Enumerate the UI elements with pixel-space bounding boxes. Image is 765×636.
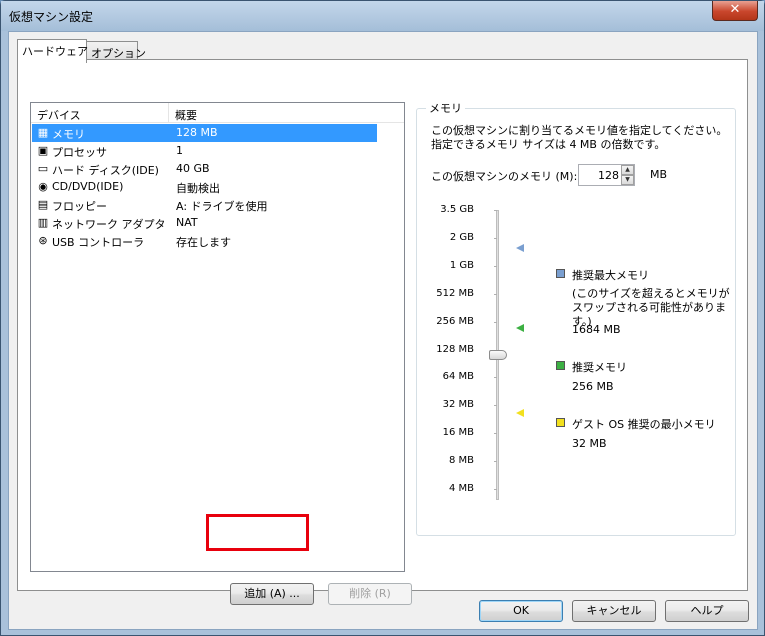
spinner-up-button[interactable]: ▲: [621, 165, 634, 175]
window: 仮想マシン設定 ✕ ハードウェア オプション デバイス 概要 ▦ メモリ 128 M…: [0, 0, 765, 636]
scale-tick: [494, 433, 497, 435]
max-memory-swatch: [556, 269, 565, 278]
memory-icon: ▦: [37, 126, 49, 139]
memory-description: この仮想マシンに割り当てるメモリ値を指定してください。指定できるメモリ サイズは…: [431, 124, 728, 151]
device-row-2[interactable]: ▭ ハード ディスク(IDE) 40 GB: [32, 160, 377, 178]
scale-label: 2 GB: [449, 231, 474, 243]
device-name: USB コントローラ: [52, 236, 145, 249]
scale-tick: [494, 265, 497, 267]
title-bar[interactable]: 仮想マシン設定: [1, 1, 764, 31]
scale-tick: [494, 405, 497, 407]
device-summary: 128 MB: [176, 126, 218, 139]
device-row-6[interactable]: ⊛ USB コントローラ 存在します: [32, 232, 377, 250]
processor-icon: ▣: [37, 144, 49, 157]
device-row-0[interactable]: ▦ メモリ 128 MB: [32, 124, 377, 142]
device-summary: 自動検出: [176, 182, 220, 195]
scale-label: 512 MB: [436, 287, 474, 299]
spinner-down-button[interactable]: ▼: [621, 175, 634, 185]
device-row-1[interactable]: ▣ プロセッサ 1: [32, 142, 377, 160]
memory-unit: MB: [650, 168, 668, 181]
scale-label: 3.5 GB: [440, 204, 474, 215]
max-memory-value: 1684 MB: [572, 323, 621, 336]
scale-label: 16 MB: [442, 427, 474, 439]
hard-disk-icon: ▭: [37, 162, 49, 175]
help-button[interactable]: ヘルプ: [665, 600, 749, 622]
recommended-memory-value: 256 MB: [572, 380, 614, 393]
column-header-summary[interactable]: 概要: [175, 107, 197, 123]
device-name: フロッピー: [52, 200, 107, 213]
column-header-device[interactable]: デバイス: [37, 107, 81, 123]
memory-spinner[interactable]: ▲ ▼: [578, 164, 635, 186]
memory-slider-thumb[interactable]: [489, 350, 507, 360]
memory-field-label: この仮想マシンのメモリ (M):: [431, 170, 578, 183]
network-adapter-icon: ▥: [37, 216, 49, 229]
scale-tick: [494, 377, 497, 379]
floppy-icon: ▤: [37, 198, 49, 211]
device-row-4[interactable]: ▤ フロッピー A: ドライブを使用: [32, 196, 377, 214]
scale-label: 4 MB: [448, 483, 474, 494]
column-divider[interactable]: [168, 103, 169, 123]
scale-label: 128 MB: [436, 343, 474, 355]
device-summary: 存在します: [176, 236, 231, 249]
cd-dvd-icon: ◉: [38, 180, 48, 193]
highlight-box: [206, 514, 309, 551]
recommended-memory-label: 推奨メモリ: [572, 361, 627, 374]
window-title: 仮想マシン設定: [9, 10, 94, 24]
device-list[interactable]: デバイス 概要 ▦ メモリ 128 MB ▣ プロセッサ 1 ▭ ハード ディスク(IDE) 4…: [30, 102, 405, 572]
remove-button[interactable]: 削除 (R): [328, 583, 412, 605]
device-name: CD/DVD(IDE): [52, 180, 124, 193]
recommended-memory-marker: [516, 324, 524, 332]
min-memory-value: 32 MB: [572, 437, 607, 450]
max-memory-label: 推奨最大メモリ: [572, 269, 649, 282]
device-name: プロセッサ: [52, 146, 107, 159]
scale-label: 32 MB: [442, 399, 474, 411]
device-name: メモリ: [52, 126, 85, 142]
device-summary: NAT: [176, 216, 198, 229]
max-memory-marker: [516, 244, 524, 252]
close-button[interactable]: ✕: [712, 1, 758, 21]
memory-group-label: メモリ: [426, 100, 465, 116]
add-button[interactable]: 追加 (A) ...: [230, 583, 314, 605]
scale-label: 64 MB: [442, 371, 474, 383]
scale-tick: [494, 461, 497, 463]
recommended-memory-swatch: [556, 361, 565, 370]
min-memory-swatch: [556, 418, 565, 427]
list-header: デバイス 概要: [31, 103, 404, 123]
ok-button[interactable]: OK: [479, 600, 563, 622]
device-summary: 40 GB: [176, 162, 210, 175]
tab-hardware-label: ハードウェア: [22, 45, 88, 58]
min-memory-label: ゲスト OS 推奨の最小メモリ: [572, 418, 716, 431]
scale-tick: [494, 210, 497, 211]
close-icon: ✕: [729, 2, 741, 17]
tab-hardware[interactable]: ハードウェア: [17, 39, 88, 63]
hardware-panel: デバイス 概要 ▦ メモリ 128 MB ▣ プロセッサ 1 ▭ ハード ディスク(IDE) 4…: [17, 59, 748, 605]
scale-label: 1 GB: [449, 259, 474, 271]
dialog-client: ハードウェア オプション デバイス 概要 ▦ メモリ 128 MB ▣ プロセッサ 1 ▭ ハ…: [8, 31, 758, 630]
scale-label: 256 MB: [436, 315, 474, 327]
cancel-button[interactable]: キャンセル: [572, 600, 656, 622]
device-row-3[interactable]: ◉ CD/DVD(IDE) 自動検出: [32, 178, 377, 196]
device-name: ネットワーク アダプタ: [52, 218, 166, 231]
device-summary: 1: [176, 144, 183, 157]
device-summary: A: ドライブを使用: [176, 200, 268, 213]
scale-tick: [494, 321, 497, 323]
min-memory-marker: [516, 409, 524, 417]
memory-input[interactable]: [581, 167, 619, 183]
device-row-5[interactable]: ▥ ネットワーク アダプタ NAT: [32, 214, 377, 232]
scale-tick: [494, 489, 497, 490]
scale-label: 8 MB: [448, 455, 474, 467]
device-name: ハード ディスク(IDE): [52, 164, 159, 177]
scale-tick: [494, 237, 497, 239]
scale-tick: [494, 293, 497, 295]
usb-controller-icon: ⊛: [38, 234, 48, 247]
